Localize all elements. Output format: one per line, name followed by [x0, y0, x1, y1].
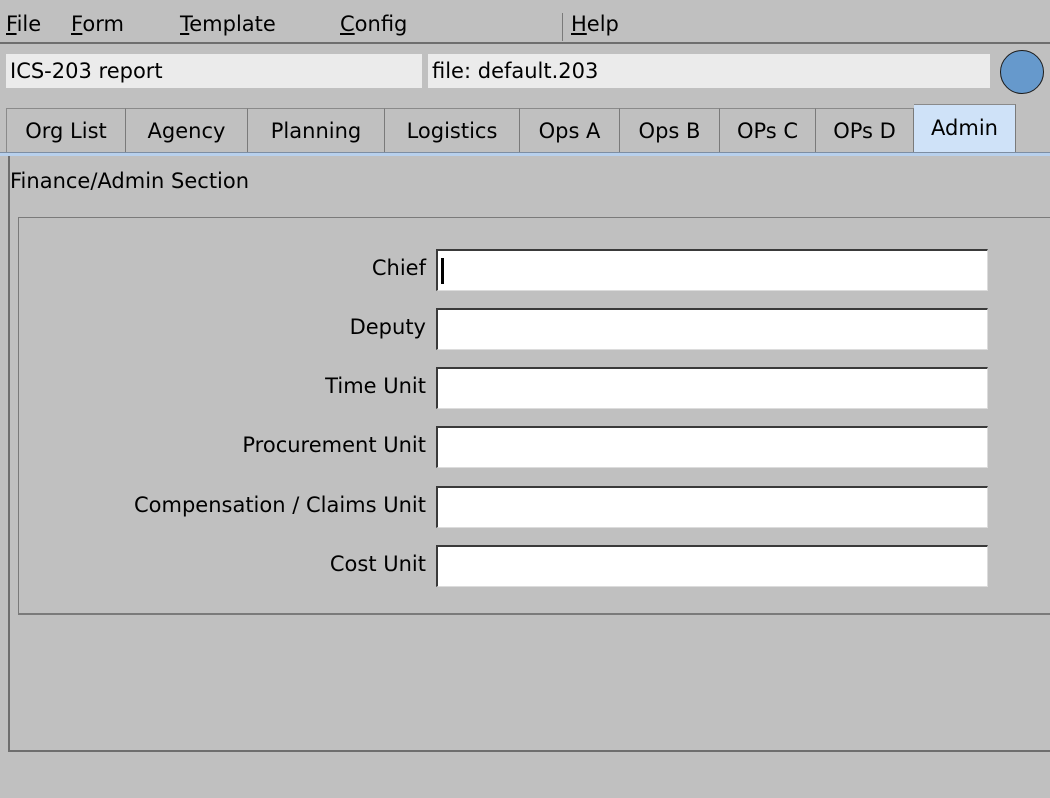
report-name-field: ICS-203 report — [6, 54, 422, 88]
menu-file[interactable]: File — [6, 11, 41, 37]
procurement-unit-input[interactable] — [436, 426, 988, 468]
chief-input[interactable] — [436, 249, 988, 291]
section-title: Finance/Admin Section — [10, 169, 250, 193]
tab-bar: Org List Agency Planning Logistics Ops A… — [0, 104, 1050, 154]
time-unit-label: Time Unit — [325, 374, 426, 398]
tab-ops-d[interactable]: OPs D — [816, 108, 914, 154]
compensation-claims-unit-label: Compensation / Claims Unit — [133, 493, 426, 517]
menu-template-mnemonic: T — [180, 12, 190, 36]
menu-file-mnemonic: F — [6, 12, 17, 36]
menu-help-label: elp — [586, 12, 619, 36]
deputy-input[interactable] — [436, 308, 988, 350]
menu-help[interactable]: Help — [571, 11, 619, 37]
tab-logistics[interactable]: Logistics — [385, 108, 520, 154]
menu-config-mnemonic: C — [340, 12, 355, 36]
cost-unit-label: Cost Unit — [329, 552, 426, 576]
tab-org-list[interactable]: Org List — [6, 108, 126, 154]
tab-planning[interactable]: Planning — [248, 108, 385, 154]
menu-template[interactable]: Template — [180, 11, 276, 37]
menu-template-label: emplate — [189, 12, 276, 36]
tab-ops-b[interactable]: Ops B — [620, 108, 720, 154]
deputy-label: Deputy — [349, 315, 426, 339]
tab-ops-c[interactable]: OPs C — [720, 108, 816, 154]
time-unit-input[interactable] — [436, 367, 988, 409]
menu-form[interactable]: Form — [71, 11, 124, 37]
tab-agency[interactable]: Agency — [126, 108, 248, 154]
compensation-claims-unit-input[interactable] — [436, 486, 988, 528]
menu-config[interactable]: Config — [340, 11, 407, 37]
cost-unit-input[interactable] — [436, 545, 988, 587]
header-row: ICS-203 report file: default.203 — [0, 46, 1050, 96]
procurement-unit-label: Procurement Unit — [242, 433, 426, 457]
menu-form-mnemonic: F — [71, 12, 83, 36]
menu-file-label: ile — [16, 12, 42, 36]
menu-config-label: onfig — [354, 12, 408, 36]
menu-help-mnemonic: H — [571, 12, 587, 36]
tab-admin[interactable]: Admin — [914, 104, 1016, 154]
menu-separator — [562, 13, 563, 41]
menu-form-label: orm — [82, 12, 124, 36]
file-name-field: file: default.203 — [428, 54, 990, 88]
menu-bar: File Form Template Config Help — [0, 0, 1050, 44]
status-indicator-icon — [1000, 50, 1044, 94]
chief-label: Chief — [371, 256, 426, 280]
text-cursor — [441, 258, 444, 284]
tab-ops-a[interactable]: Ops A — [520, 108, 620, 154]
